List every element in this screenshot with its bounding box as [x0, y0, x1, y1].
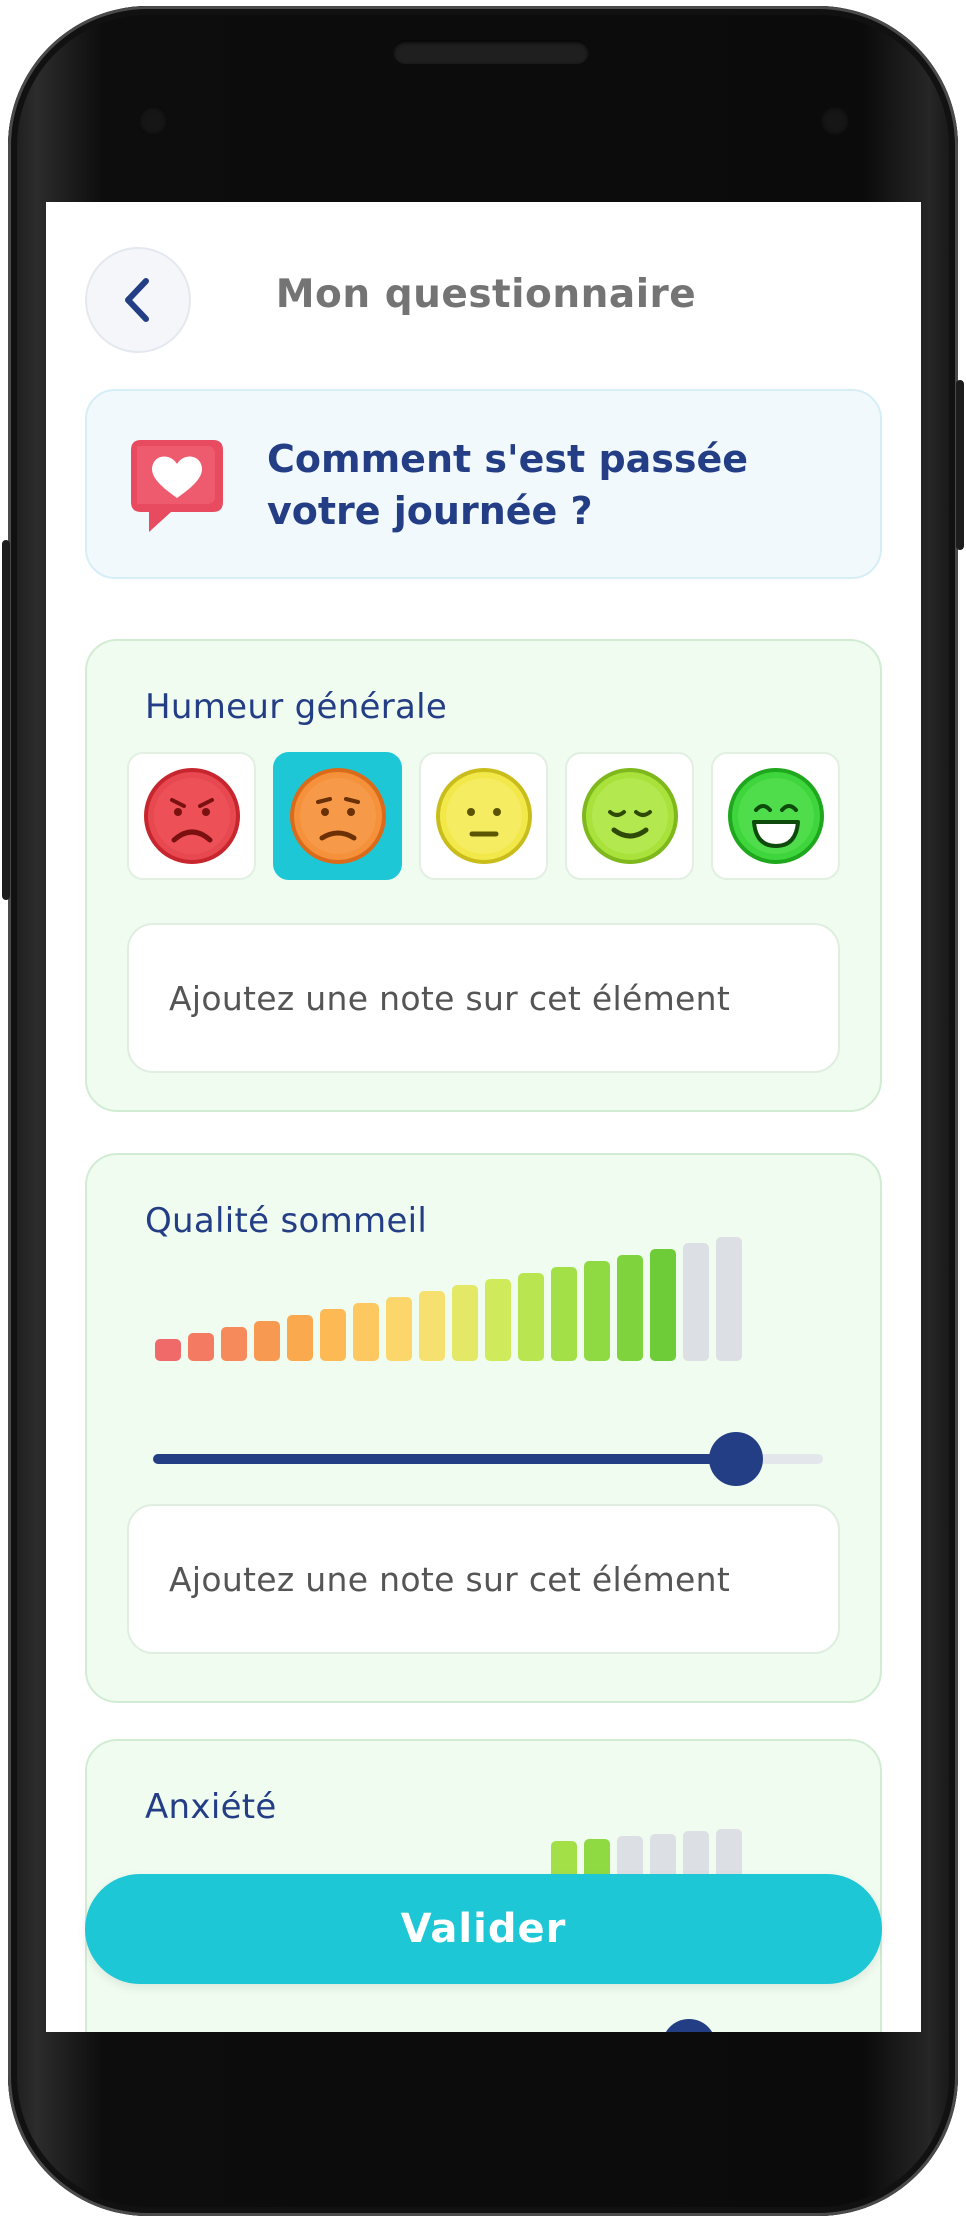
power-button — [956, 380, 964, 550]
section-title-humeur: Humeur générale — [145, 687, 448, 727]
level-bar — [254, 1321, 280, 1361]
app-screen: Mon questionnaire Comment s'est passée v… — [46, 202, 921, 2032]
question-card: Comment s'est passée votre journée ? — [85, 389, 882, 579]
back-button[interactable] — [85, 247, 191, 353]
very-sad-face-icon — [143, 768, 240, 864]
level-bar — [584, 1838, 610, 1879]
level-bar — [485, 1279, 511, 1361]
question-line-1: Comment s'est passée — [267, 437, 749, 481]
sleep-slider-fill — [153, 1454, 736, 1464]
sensor — [820, 106, 850, 136]
mood-very-sad-button[interactable] — [127, 752, 256, 880]
section-sommeil: Qualité sommeil Ajoutez une note sur cet… — [85, 1153, 882, 1703]
level-bar — [188, 1333, 214, 1361]
very-happy-face-icon — [727, 768, 824, 864]
level-bar — [353, 1303, 379, 1361]
earpiece — [393, 40, 589, 64]
mood-content-button[interactable] — [565, 752, 694, 880]
section-title-anxiete: Anxiété — [145, 1787, 277, 1827]
chevron-left-icon — [125, 278, 149, 322]
mood-very-happy-button[interactable] — [711, 752, 840, 880]
section-humeur: Humeur générale Ajoutez une note sur cet… — [85, 639, 882, 1112]
level-bar — [650, 1833, 676, 1879]
level-bar — [683, 1243, 709, 1361]
level-bar — [320, 1309, 346, 1361]
validate-button[interactable]: Valider — [85, 1874, 882, 1984]
section-title-sommeil: Qualité sommeil — [145, 1201, 428, 1241]
anxiety-level-bars — [155, 1829, 742, 1879]
question-text: Comment s'est passée votre journée ? — [267, 433, 827, 537]
content-face-icon — [581, 768, 678, 864]
sleep-slider-track[interactable] — [153, 1432, 823, 1486]
mood-neutral-button[interactable] — [419, 752, 548, 880]
sleep-level-bars — [155, 1237, 742, 1361]
page-title: Mon questionnaire — [275, 272, 697, 317]
level-bar — [518, 1273, 544, 1361]
sommeil-note-field[interactable]: Ajoutez une note sur cet élément — [127, 1504, 840, 1654]
level-bar — [617, 1836, 643, 1879]
neutral-face-icon — [435, 768, 532, 864]
level-bar — [221, 1327, 247, 1361]
anxiety-slider-thumb[interactable] — [662, 2019, 716, 2032]
level-bar — [386, 1297, 412, 1361]
mood-sad-button[interactable] — [273, 752, 402, 880]
level-bar — [452, 1285, 478, 1361]
front-camera — [138, 106, 168, 136]
level-bar — [716, 1237, 742, 1361]
level-bar — [584, 1261, 610, 1361]
level-bar — [419, 1291, 445, 1361]
level-bar — [287, 1315, 313, 1361]
level-bar — [551, 1267, 577, 1361]
sad-face-icon — [289, 768, 386, 864]
question-line-2: votre journée ? — [267, 489, 593, 533]
volume-button — [2, 540, 10, 900]
sleep-slider-thumb[interactable] — [708, 1432, 763, 1486]
mood-selector — [127, 752, 840, 880]
level-bar — [716, 1829, 742, 1879]
level-bar — [155, 1339, 181, 1361]
heart-chat-icon — [131, 440, 223, 532]
level-bar — [683, 1831, 709, 1879]
humeur-note-field[interactable]: Ajoutez une note sur cet élément — [127, 923, 840, 1073]
level-bar — [617, 1255, 643, 1361]
level-bar — [650, 1249, 676, 1361]
